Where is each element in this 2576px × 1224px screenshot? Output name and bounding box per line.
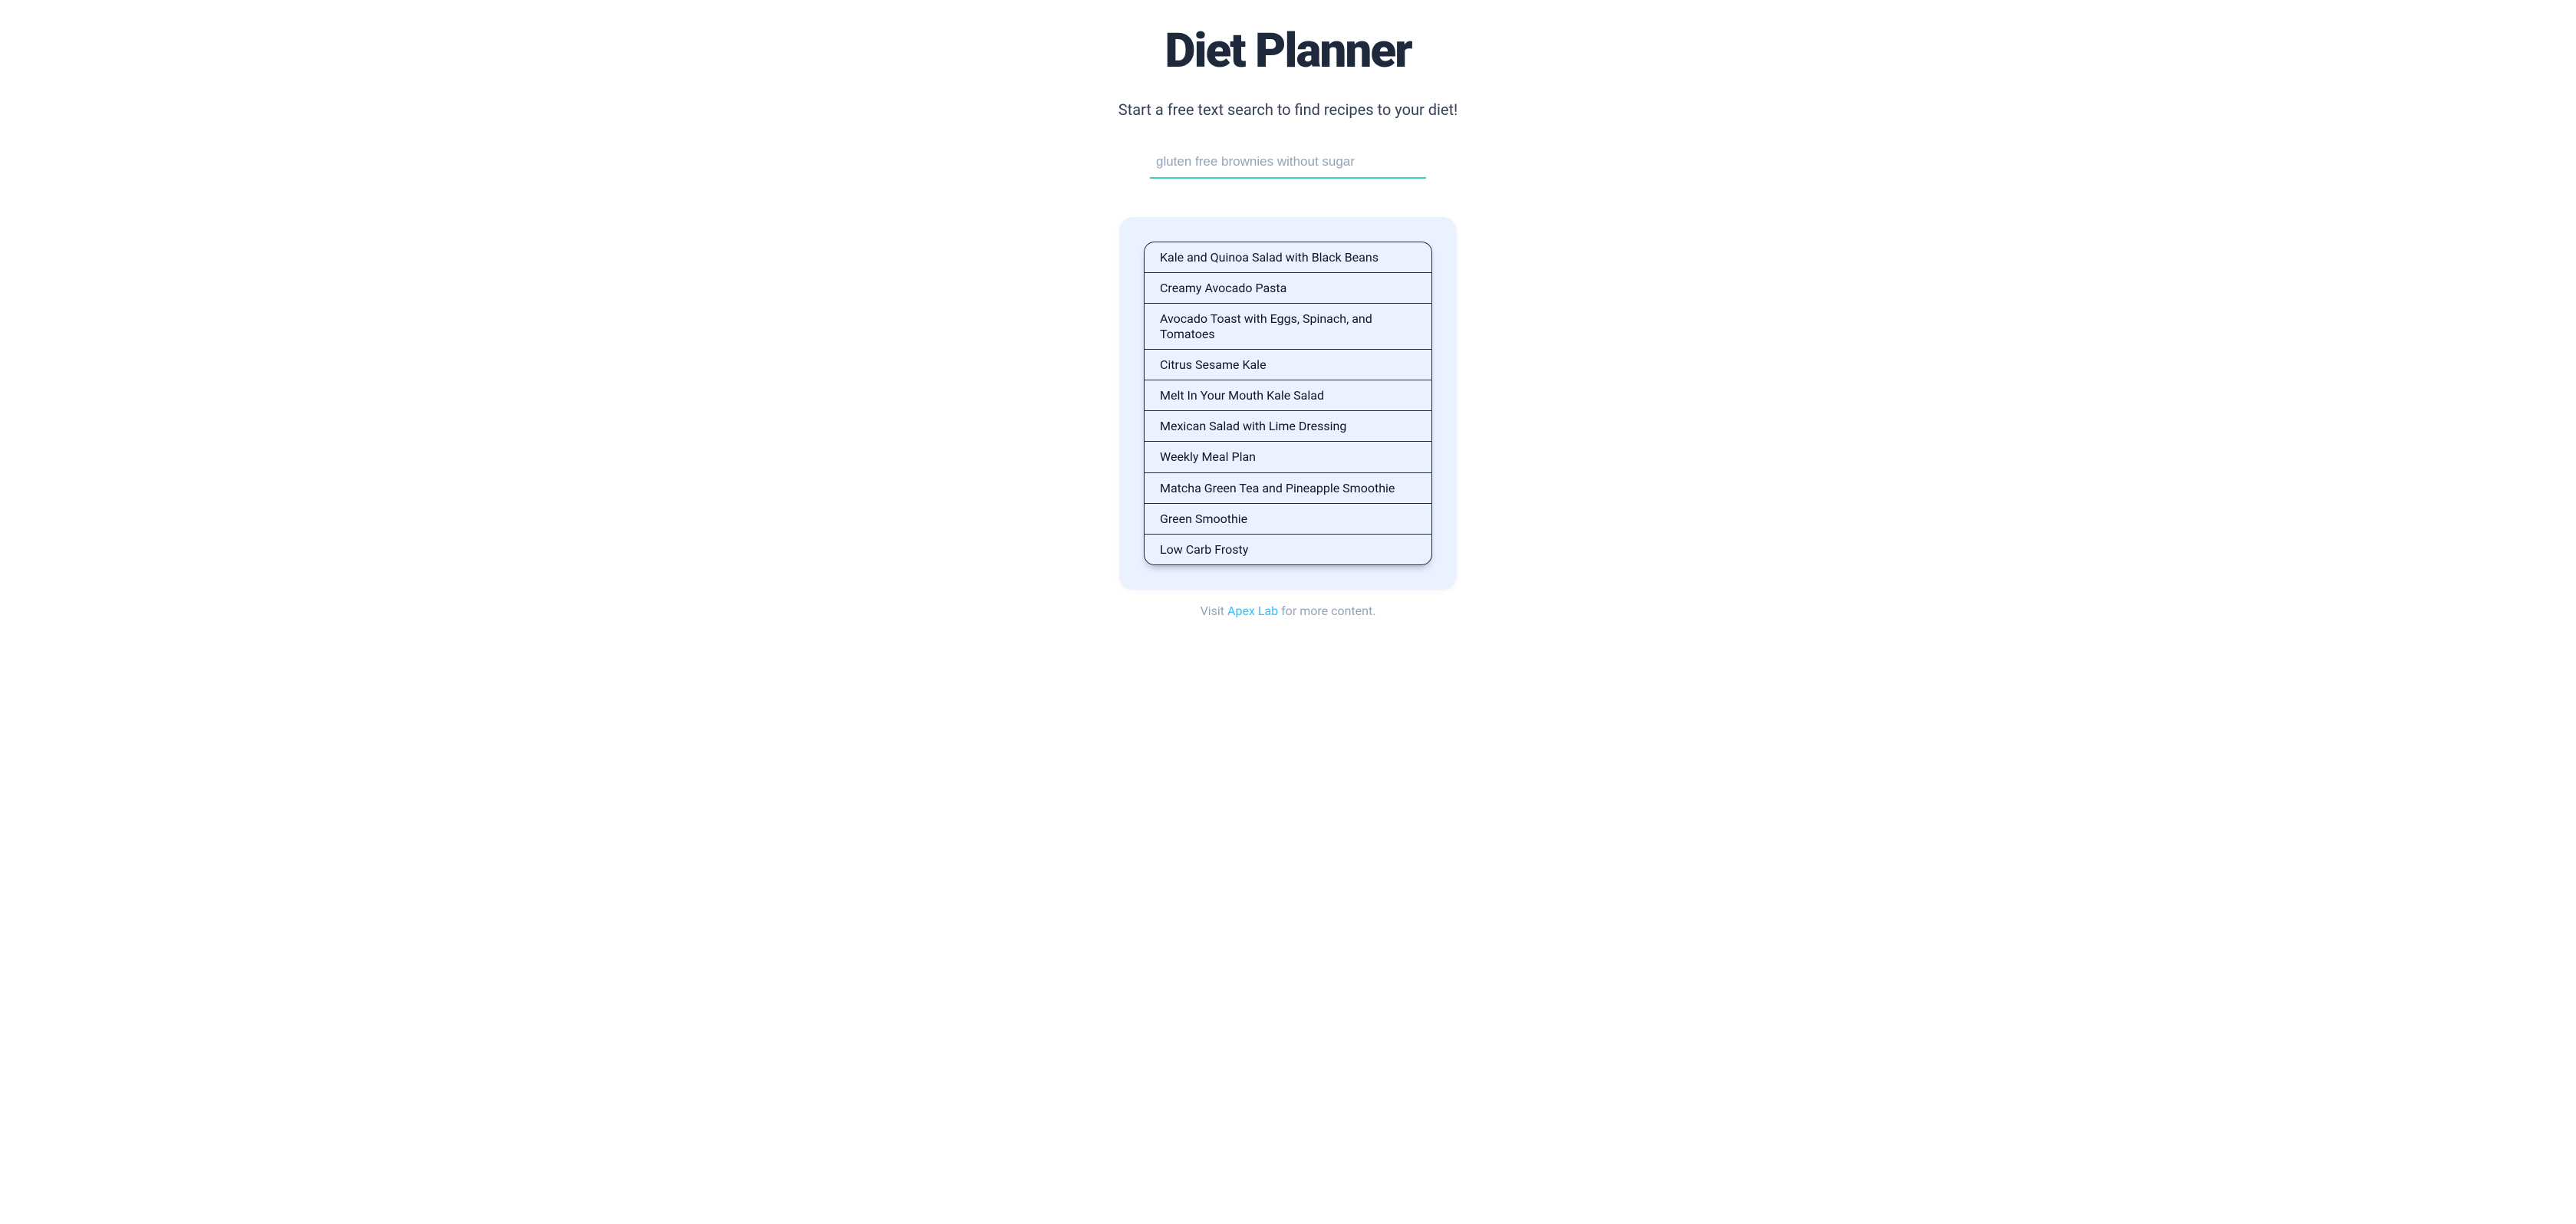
- result-item[interactable]: Avocado Toast with Eggs, Spinach, and To…: [1145, 304, 1431, 349]
- footer-text: Visit Apex Lab for more content.: [1201, 604, 1376, 618]
- page-subtitle: Start a free text search to find recipes…: [1118, 100, 1458, 119]
- result-item[interactable]: Melt In Your Mouth Kale Salad: [1145, 380, 1431, 411]
- result-item[interactable]: Creamy Avocado Pasta: [1145, 273, 1431, 304]
- search-input[interactable]: [1150, 148, 1426, 179]
- result-item[interactable]: Kale and Quinoa Salad with Black Beans: [1145, 242, 1431, 273]
- page-title: Diet Planner: [1164, 23, 1411, 79]
- footer-prefix: Visit: [1201, 604, 1227, 618]
- result-item[interactable]: Green Smoothie: [1145, 504, 1431, 535]
- app-container: Diet Planner Start a free text search to…: [912, 23, 1664, 618]
- result-item[interactable]: Matcha Green Tea and Pineapple Smoothie: [1145, 473, 1431, 504]
- result-item[interactable]: Weekly Meal Plan: [1145, 442, 1431, 472]
- result-item[interactable]: Low Carb Frosty: [1145, 535, 1431, 564]
- footer-link[interactable]: Apex Lab: [1227, 604, 1278, 618]
- results-list: Kale and Quinoa Salad with Black BeansCr…: [1144, 242, 1432, 565]
- result-item[interactable]: Citrus Sesame Kale: [1145, 350, 1431, 380]
- results-panel: Kale and Quinoa Salad with Black BeansCr…: [1119, 217, 1457, 590]
- result-item[interactable]: Mexican Salad with Lime Dressing: [1145, 411, 1431, 442]
- footer-suffix: for more content.: [1278, 604, 1375, 618]
